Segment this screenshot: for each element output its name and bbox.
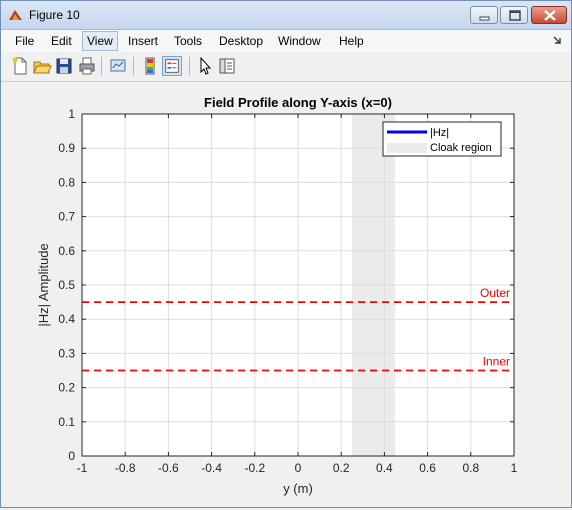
x-tick-label: -0.8 [115,461,136,475]
matlab-icon [9,10,22,20]
x-tick-label: 0.6 [419,461,436,475]
y-tick-label: 0.3 [58,346,75,360]
window-title: Figure 10 [29,8,80,22]
link-plot-icon[interactable] [108,56,128,76]
x-tick-label: -0.2 [244,461,265,475]
title-bar: Figure 10 [1,1,571,30]
toolbar-separator [189,57,190,75]
open-file-icon[interactable] [32,56,52,76]
menu-edit[interactable]: Edit [47,33,76,49]
y-tick-label: 0.6 [58,244,75,258]
menu-insert[interactable]: Insert [124,33,162,49]
maximize-button[interactable] [500,6,528,24]
minimize-button[interactable] [470,6,498,24]
insert-colorbar-icon[interactable] [140,56,160,76]
minimize-icon [479,16,490,21]
property-inspector-icon[interactable] [217,56,237,76]
x-tick-label: -0.4 [201,461,222,475]
insert-legend-icon[interactable] [162,56,182,76]
maximize-icon [509,10,521,21]
legend-cloak-swatch [387,143,427,153]
legend-cloak-label: Cloak region [430,142,492,154]
y-tick-label: 0.1 [58,415,75,429]
y-axis-label: |Hz| Amplitude [36,243,51,326]
figure-window: Figure 10 File Edit View Insert Tools De… [0,0,572,508]
x-tick-label: 0.4 [376,461,393,475]
x-tick-label: 0 [295,461,302,475]
save-icon[interactable] [54,56,74,76]
y-tick-label: 0 [68,449,75,463]
toolbar-separator [133,57,134,75]
x-axis-label: y (m) [283,481,313,496]
new-figure-icon[interactable] [10,56,30,76]
y-tick-label: 0.2 [58,381,75,395]
chart-title: Field Profile along Y-axis (x=0) [204,95,392,110]
menu-view[interactable]: View [82,31,118,51]
y-tick-label: 0.4 [58,312,75,326]
x-tick-label: 1 [511,461,518,475]
y-tick-label: 0.8 [58,175,75,189]
legend-hz-label: |Hz| [430,127,449,139]
menu-file[interactable]: File [11,33,38,49]
menu-desktop[interactable]: Desktop [215,33,267,49]
y-tick-label: 0.5 [58,278,75,292]
close-icon [544,10,556,21]
dock-figure-icon[interactable] [553,35,563,45]
toolbar-separator [101,57,102,75]
print-icon[interactable] [77,56,97,76]
x-tick-label: 0.2 [333,461,350,475]
menu-bar: File Edit View Insert Tools Desktop Wind… [1,30,571,52]
edit-plot-arrow-icon[interactable] [195,56,215,76]
x-tick-label: -0.6 [158,461,179,475]
close-button[interactable] [531,6,567,24]
menu-help[interactable]: Help [335,33,368,49]
figure-toolbar [1,53,571,82]
y-tick-label: 0.7 [58,210,75,224]
menu-tools[interactable]: Tools [170,33,206,49]
plot-svg[interactable]: Outer Inner -1 -0.8 -0.6 -0.4 -0.2 0 0.2 0.4 0.6 0.… [1,82,571,507]
y-tick-label: 1 [68,107,75,121]
reference-label-outer: Outer [480,286,510,300]
figure-canvas: Outer Inner -1 -0.8 -0.6 -0.4 -0.2 0 0.2 0.4 0.6 0.… [1,82,571,507]
menu-window[interactable]: Window [274,33,325,49]
reference-label-inner: Inner [483,355,510,369]
x-tick-label: -1 [77,461,88,475]
y-tick-label: 0.9 [58,141,75,155]
x-tick-label: 0.8 [462,461,479,475]
